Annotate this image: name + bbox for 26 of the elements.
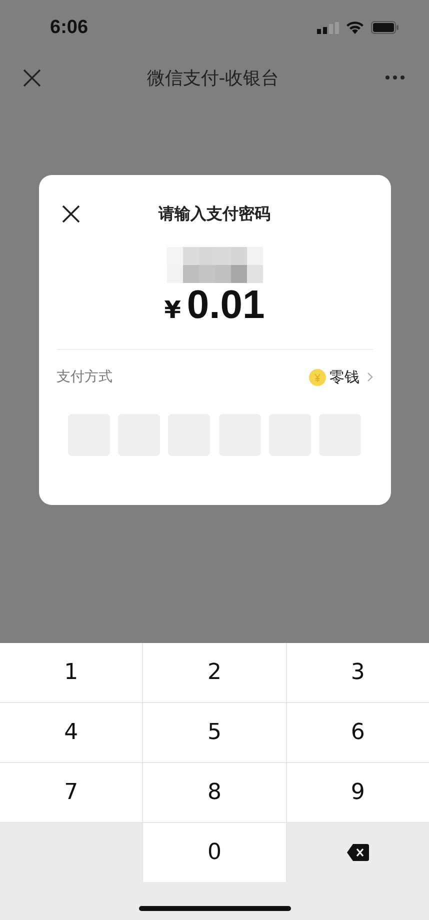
- number-key[interactable]: 8: [143, 763, 286, 822]
- delete-key[interactable]: [286, 823, 429, 882]
- chevron-icon: [366, 372, 372, 382]
- number-key[interactable]: 5: [143, 703, 286, 762]
- payment-method-label: 支付方式: [56, 368, 112, 386]
- number-key[interactable]: 0: [143, 823, 286, 882]
- wifi-icon: [346, 21, 364, 34]
- currency-sign: ¥: [164, 296, 181, 324]
- number-key[interactable]: 2: [143, 643, 286, 702]
- dialog-title: 请输入支付密码: [158, 204, 270, 224]
- coin-icon: [308, 368, 326, 386]
- number-key[interactable]: 7: [0, 763, 142, 822]
- number-key[interactable]: 1: [0, 643, 142, 702]
- backspace-icon: [346, 844, 369, 861]
- signal-icon: [317, 22, 339, 34]
- amount: 0.01: [186, 283, 265, 327]
- number-key[interactable]: 9: [286, 763, 429, 822]
- page-title: 微信支付-收银台: [146, 66, 280, 90]
- number-key[interactable]: 6: [286, 703, 429, 762]
- battery-icon: [371, 21, 399, 34]
- number-key[interactable]: 4: [0, 703, 142, 762]
- more-icon[interactable]: [385, 75, 405, 80]
- status-time: 6:06: [50, 16, 88, 38]
- payment-method-value[interactable]: 零钱: [330, 368, 360, 386]
- number-key[interactable]: 3: [286, 643, 429, 702]
- close-icon[interactable]: [62, 205, 80, 223]
